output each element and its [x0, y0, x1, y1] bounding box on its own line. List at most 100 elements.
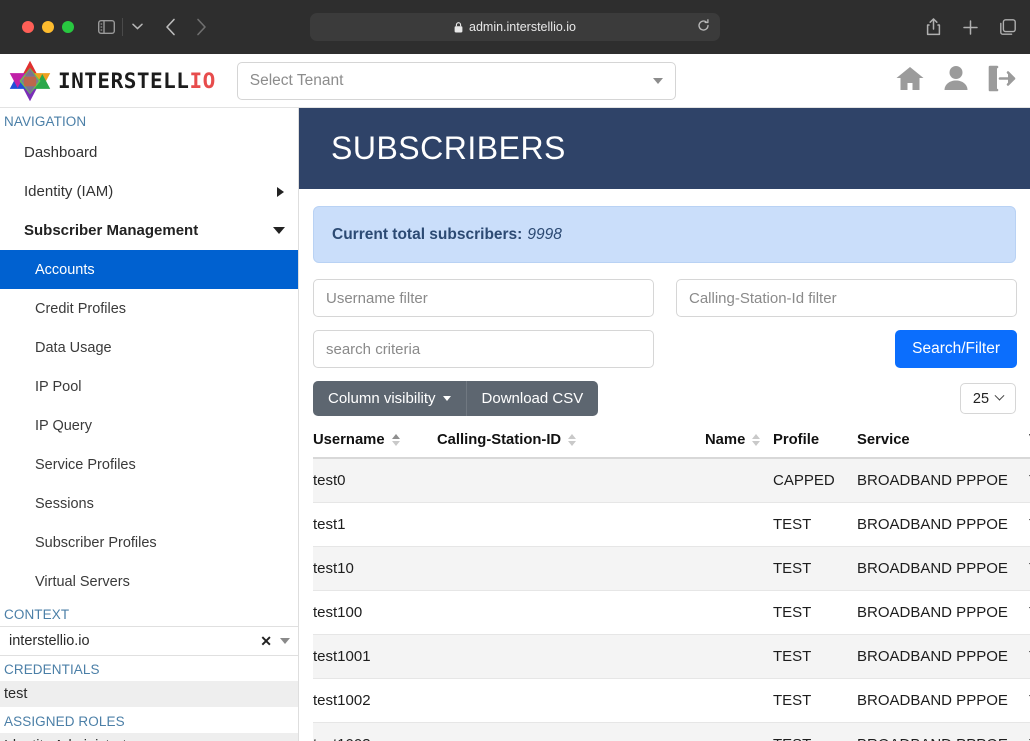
role-item[interactable]: Identity Administrator	[0, 733, 298, 741]
table-row[interactable]: test1TESTBROADBAND PPPOETEST	[313, 502, 1030, 547]
cell-username: test10	[313, 546, 437, 591]
download-csv-label: Download CSV	[481, 390, 584, 407]
search-criteria-input[interactable]: search criteria	[313, 330, 654, 368]
cell-calling-station-id	[437, 678, 705, 723]
sidebar-item-label: Service Profiles	[35, 456, 136, 473]
window-controls[interactable]	[22, 21, 74, 33]
column-header-label: Name	[705, 432, 746, 448]
tenant-select[interactable]: Select Tenant	[236, 61, 676, 100]
table-tools: Column visibility Download CSV	[313, 381, 599, 416]
sidebar-item-subscriber-profiles[interactable]: Subscriber Profiles	[0, 523, 298, 562]
table-row[interactable]: test100TESTBROADBAND PPPOETEST	[313, 590, 1030, 635]
logout-icon[interactable]	[987, 65, 1016, 97]
address-bar[interactable]: admin.interstellio.io	[310, 13, 720, 41]
table-row[interactable]: test1003TESTBROADBAND PPPOETEST	[313, 722, 1030, 741]
cell-profile: TEST	[773, 634, 857, 679]
cell-service: BROADBAND PPPOE	[857, 546, 1029, 591]
sidebar-toggle-icon[interactable]	[98, 20, 115, 34]
sort-indicator-icon[interactable]	[391, 434, 400, 446]
sidebar-item-dashboard[interactable]: Dashboard	[0, 133, 298, 172]
column-header-name[interactable]: Name	[705, 426, 773, 459]
sort-indicator-icon[interactable]	[568, 434, 577, 446]
sidebar-item-subscriber-management[interactable]: Subscriber Management	[0, 211, 298, 250]
sidebar-item-identity-iam[interactable]: Identity (IAM)	[0, 172, 298, 211]
close-window-button[interactable]	[22, 21, 34, 33]
chevron-down-icon[interactable]	[280, 638, 290, 644]
column-header-service: Service	[857, 426, 1029, 459]
sidebar-item-sessions[interactable]: Sessions	[0, 484, 298, 523]
cell-service: BROADBAND PPPOE	[857, 590, 1029, 635]
cell-name	[705, 678, 773, 723]
home-icon[interactable]	[895, 65, 925, 97]
cell-profile: TEST	[773, 722, 857, 741]
calling-station-id-filter-input[interactable]: Calling-Station-Id filter	[676, 279, 1017, 317]
sidebar-item-label: Virtual Servers	[35, 573, 130, 590]
plus-icon[interactable]	[963, 19, 978, 35]
context-select[interactable]: interstellio.io ✕	[0, 626, 298, 656]
subscribers-table: Username Calling-Station-ID Name Profile Ser…	[313, 426, 1030, 741]
table-row[interactable]: test1002TESTBROADBAND PPPOETEST	[313, 678, 1030, 723]
cell-username: test0	[313, 458, 437, 503]
share-icon[interactable]	[926, 18, 941, 36]
page-size-select[interactable]: 25	[960, 383, 1016, 414]
column-header-username[interactable]: Username	[313, 426, 437, 459]
sidebar-item-label: IP Query	[35, 417, 92, 434]
sidebar: NAVIGATION Dashboard Identity (IAM) Subscr…	[0, 108, 299, 741]
reload-icon[interactable]	[697, 19, 710, 35]
sidebar-nav-list: Dashboard Identity (IAM) Subscriber Manage…	[0, 133, 298, 601]
column-visibility-button[interactable]: Column visibility	[313, 381, 466, 416]
cell-name	[705, 590, 773, 635]
brand-text: INTERSTELLIO	[58, 69, 216, 93]
cell-calling-station-id	[437, 546, 705, 591]
sidebar-item-ip-pool[interactable]: IP Pool	[0, 367, 298, 406]
credentials-list: test	[0, 681, 298, 708]
cell-profile: TEST	[773, 678, 857, 723]
minimize-window-button[interactable]	[42, 21, 54, 33]
chevron-down-icon	[273, 227, 285, 234]
table-header-row: Username Calling-Station-ID Name Profile Ser…	[313, 426, 1030, 459]
sidebar-item-label: Dashboard	[24, 144, 98, 161]
back-chevron-icon[interactable]	[165, 18, 176, 36]
table-row[interactable]: test10TESTBROADBAND PPPOETEST	[313, 546, 1030, 591]
tab-overview-icon[interactable]	[1000, 19, 1016, 35]
user-icon[interactable]	[943, 65, 969, 97]
sort-indicator-icon[interactable]	[752, 434, 761, 446]
page-title: SUBSCRIBERS	[331, 130, 566, 166]
search-filter-button[interactable]: Search/Filter	[895, 330, 1017, 368]
column-header-profile: Profile	[773, 426, 857, 459]
table-row[interactable]: test0CAPPEDBROADBAND PPPOETEST	[313, 458, 1030, 503]
cell-service: BROADBAND PPPOE	[857, 458, 1029, 503]
sidebar-item-virtual-servers[interactable]: Virtual Servers	[0, 562, 298, 601]
sidebar-item-label: Sessions	[35, 495, 94, 512]
column-header-label: Profile	[773, 432, 820, 448]
column-header-calling-station-id[interactable]: Calling-Station-ID	[437, 426, 705, 459]
table-row[interactable]: test1001TESTBROADBAND PPPOETEST	[313, 634, 1030, 679]
sidebar-item-label: Accounts	[35, 261, 95, 278]
download-csv-button[interactable]: Download CSV	[465, 381, 599, 416]
chrome-divider	[122, 18, 123, 36]
sidebar-item-service-profiles[interactable]: Service Profiles	[0, 445, 298, 484]
username-filter-input[interactable]: Username filter	[313, 279, 654, 317]
cell-name	[705, 634, 773, 679]
search-criteria-placeholder: search criteria	[326, 340, 421, 358]
sidebar-credentials-heading: CREDENTIALS	[4, 662, 100, 677]
sidebar-item-label: Identity (IAM)	[24, 183, 114, 200]
sidebar-item-label: Data Usage	[35, 339, 112, 356]
chevron-down-icon[interactable]	[132, 22, 143, 32]
cell-username: test1003	[313, 722, 437, 741]
maximize-window-button[interactable]	[62, 21, 74, 33]
table-body: test0CAPPEDBROADBAND PPPOETESTtest1TESTB…	[313, 458, 1030, 741]
forward-chevron-icon[interactable]	[196, 18, 207, 36]
cell-service: BROADBAND PPPOE	[857, 678, 1029, 723]
cell-service: BROADBAND PPPOE	[857, 634, 1029, 679]
sidebar-item-credit-profiles[interactable]: Credit Profiles	[0, 289, 298, 328]
sidebar-item-ip-query[interactable]: IP Query	[0, 406, 298, 445]
sidebar-item-data-usage[interactable]: Data Usage	[0, 328, 298, 367]
clear-x-icon[interactable]: ✕	[260, 633, 272, 650]
credential-item[interactable]: test	[0, 681, 298, 708]
interstellio-star-icon	[9, 60, 51, 101]
sidebar-item-accounts[interactable]: Accounts	[0, 250, 298, 289]
sidebar-item-label: IP Pool	[35, 378, 82, 395]
banner-value: 9998	[527, 225, 562, 243]
brand-logo[interactable]: INTERSTELLIO	[8, 59, 216, 103]
